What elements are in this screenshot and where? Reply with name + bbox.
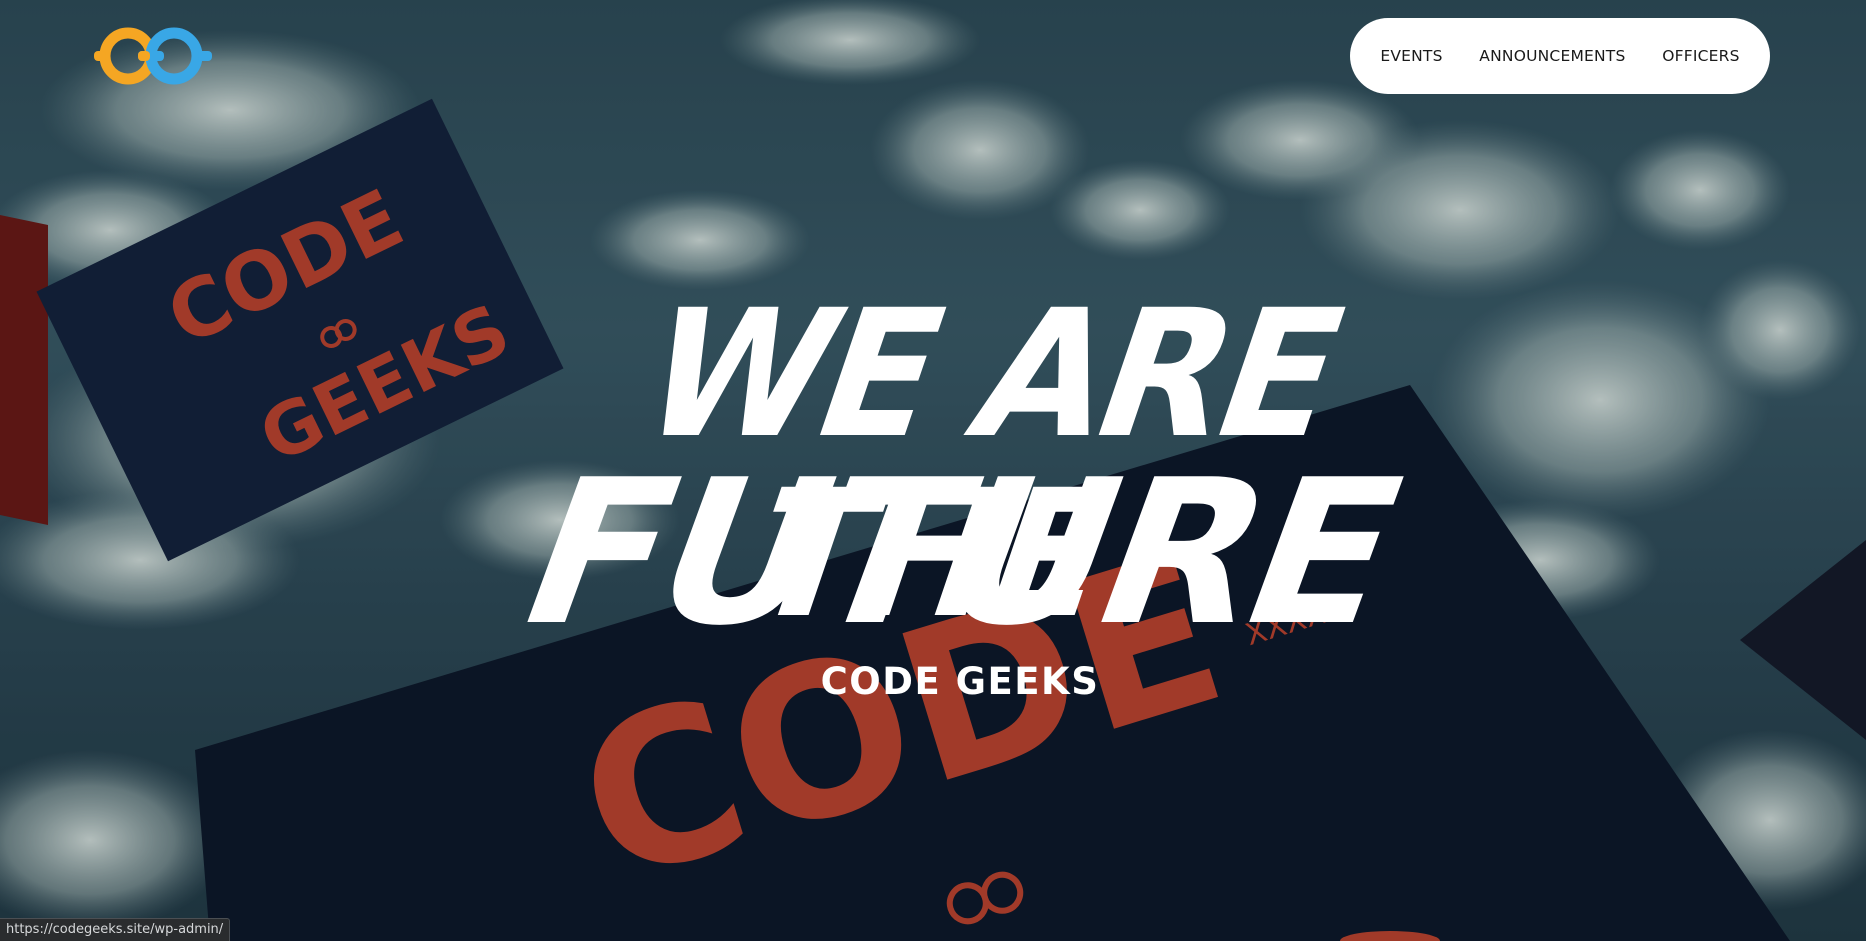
code-geeks-logo-icon[interactable]	[94, 26, 216, 86]
main-nav: EVENTS ANNOUNCEMENTS OFFICERS	[1350, 18, 1770, 94]
hero-section: CODE GEEKS CODE XXXXX EVENTS ANNOUNCEMEN…	[0, 0, 1866, 941]
nav-announcements-link[interactable]: ANNOUNCEMENTS	[1479, 47, 1625, 65]
nav-officers-link[interactable]: OFFICERS	[1662, 47, 1739, 65]
hero-headline: WE ARE THE FUTURE	[480, 272, 1440, 670]
status-bar-url: https://codegeeks.site/wp-admin/	[0, 918, 231, 941]
hero-subtitle: CODE GEEKS	[820, 660, 1100, 703]
nav-events-link[interactable]: EVENTS	[1380, 47, 1442, 65]
headline-line-2: FUTURE	[491, 437, 1429, 670]
